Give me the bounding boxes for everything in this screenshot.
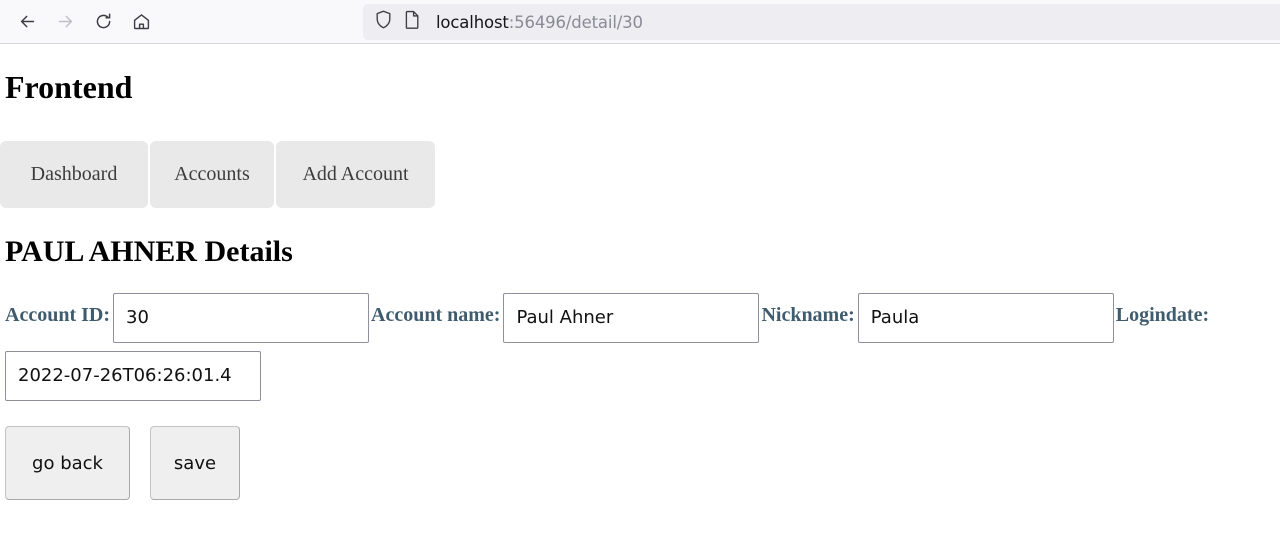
back-button[interactable] — [8, 4, 46, 40]
nav-tab-dashboard[interactable]: Dashboard — [0, 141, 148, 209]
nav-tab-accounts[interactable]: Accounts — [150, 141, 274, 209]
account-detail-form: Account ID: Account name: Nickname: Loginda… — [0, 268, 1280, 404]
go-back-button[interactable]: go back — [5, 426, 130, 501]
save-button[interactable]: save — [150, 426, 240, 501]
nav-tab-add-account[interactable]: Add Account — [276, 141, 435, 209]
account-id-label: Account ID: — [5, 304, 110, 327]
url-host: localhost — [436, 12, 509, 32]
account-id-input[interactable] — [113, 292, 369, 343]
form-actions: go back save — [0, 404, 1280, 501]
url-text: localhost:56496/detail/30 — [436, 13, 643, 32]
logindate-label: Logindate: — [1115, 304, 1210, 327]
reload-button[interactable] — [84, 4, 122, 40]
page-title: Frontend — [5, 69, 133, 105]
logindate-input[interactable] — [5, 350, 261, 401]
forward-button[interactable] — [46, 4, 84, 40]
detail-page-title: PAUL AHNER Details — [5, 235, 293, 269]
home-button[interactable] — [122, 4, 160, 40]
reload-icon — [93, 11, 114, 32]
shield-icon[interactable] — [374, 9, 393, 35]
nickname-input[interactable] — [857, 292, 1114, 343]
account-name-input[interactable] — [503, 292, 760, 343]
arrow-left-icon — [17, 11, 38, 32]
home-icon — [131, 11, 152, 32]
url-path: :56496/detail/30 — [508, 12, 643, 32]
page-icon[interactable] — [404, 9, 421, 35]
url-bar[interactable]: localhost:56496/detail/30 — [363, 4, 1280, 40]
page-content: Frontend Dashboard Accounts Add Account … — [0, 44, 1280, 501]
browser-nav-buttons — [0, 4, 160, 40]
arrow-right-icon — [55, 11, 76, 32]
browser-toolbar: localhost:56496/detail/30 — [0, 0, 1280, 44]
main-navigation: Dashboard Accounts Add Account — [0, 141, 435, 209]
nickname-label: Nickname: — [761, 304, 855, 327]
account-name-label: Account name: — [371, 304, 501, 327]
